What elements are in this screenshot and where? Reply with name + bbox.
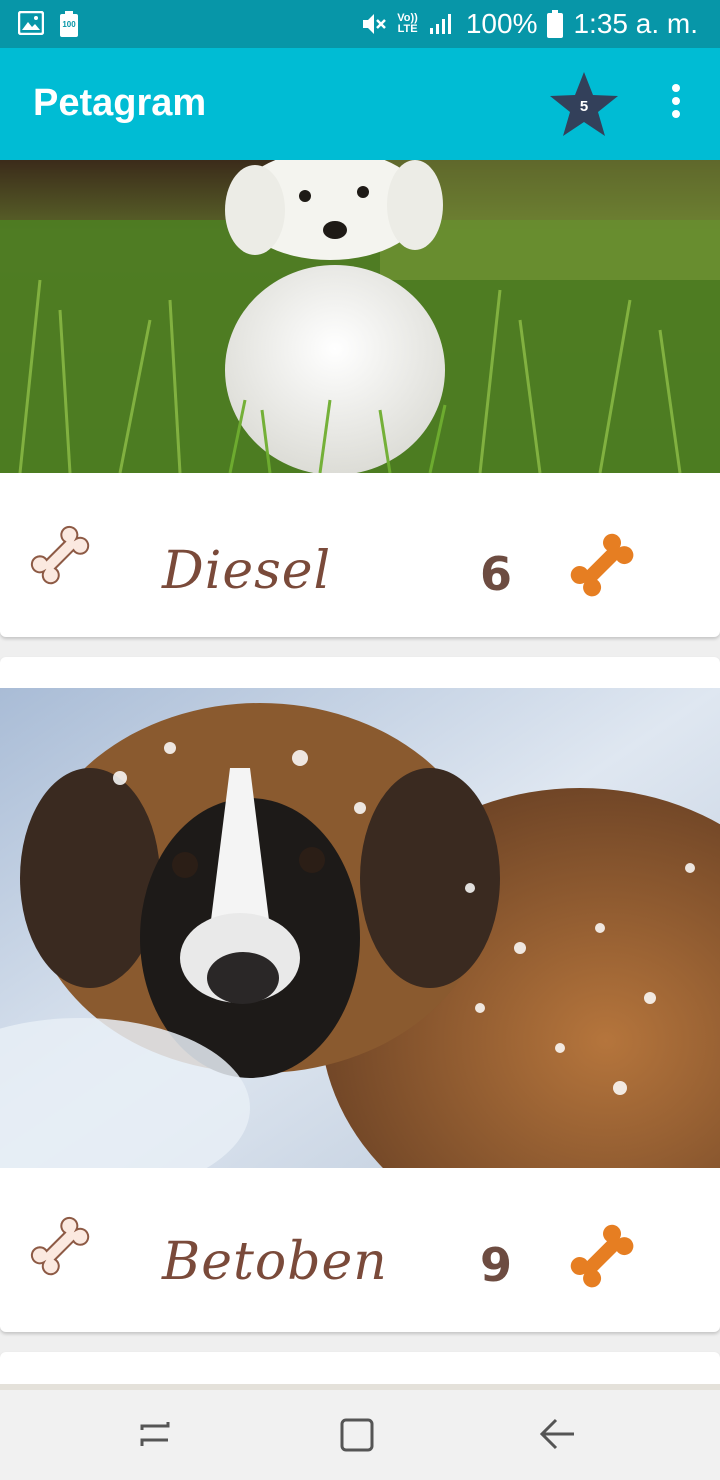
overflow-menu-button[interactable] [660,84,692,124]
battery-saver-label: 100 [62,20,76,29]
battery-saver-icon: 100 [60,11,78,37]
battery-icon [547,10,564,38]
pet-name: Betoben [162,1232,388,1292]
favorites-count: 5 [579,98,589,115]
home-button[interactable] [336,1414,376,1454]
back-icon [539,1418,574,1450]
pet-list[interactable]: Diesel 6 Betoben 9 [0,160,720,1384]
rate-button[interactable] [570,1224,644,1298]
volte-bottom: LTE [397,23,418,35]
back-button[interactable] [538,1414,578,1454]
bone-filled-icon [570,1224,634,1288]
favorites-button[interactable]: 5 [548,70,620,138]
status-bar: 100 Vo)) LTE 100% 1:35 a. m. [0,0,720,48]
like-button[interactable] [30,525,100,595]
pet-info-row: Diesel 6 [0,477,720,637]
app-title: Petagram [33,82,207,124]
bone-outline-icon [30,525,90,585]
pet-name: Diesel [162,541,332,601]
mute-icon [363,14,387,34]
pet-card: Betoben 9 [0,657,720,1332]
pet-likes-count: 9 [480,1238,513,1292]
home-icon [340,1418,374,1452]
battery-percent: 100% [465,8,538,39]
pet-photo[interactable] [0,688,720,1168]
volte-indicator: Vo)) LTE [397,13,418,35]
bone-outline-icon [30,1216,90,1276]
pet-card: Diesel 6 [0,160,720,637]
navigation-bar [0,1384,720,1480]
signal-icon [429,14,451,34]
rate-button[interactable] [570,533,644,607]
pet-photo[interactable] [0,160,720,473]
recent-apps-button[interactable] [136,1414,176,1454]
pet-info-row: Betoben 9 [0,1172,720,1332]
pet-card [0,1352,720,1384]
like-button[interactable] [30,1216,100,1286]
clock: 1:35 a. m. [573,8,698,39]
recent-apps-icon [140,1422,170,1446]
image-icon [18,11,44,35]
more-vert-icon [660,84,692,118]
app-bar: Petagram 5 [0,48,720,160]
pet-likes-count: 6 [480,547,513,601]
bone-filled-icon [570,533,634,597]
